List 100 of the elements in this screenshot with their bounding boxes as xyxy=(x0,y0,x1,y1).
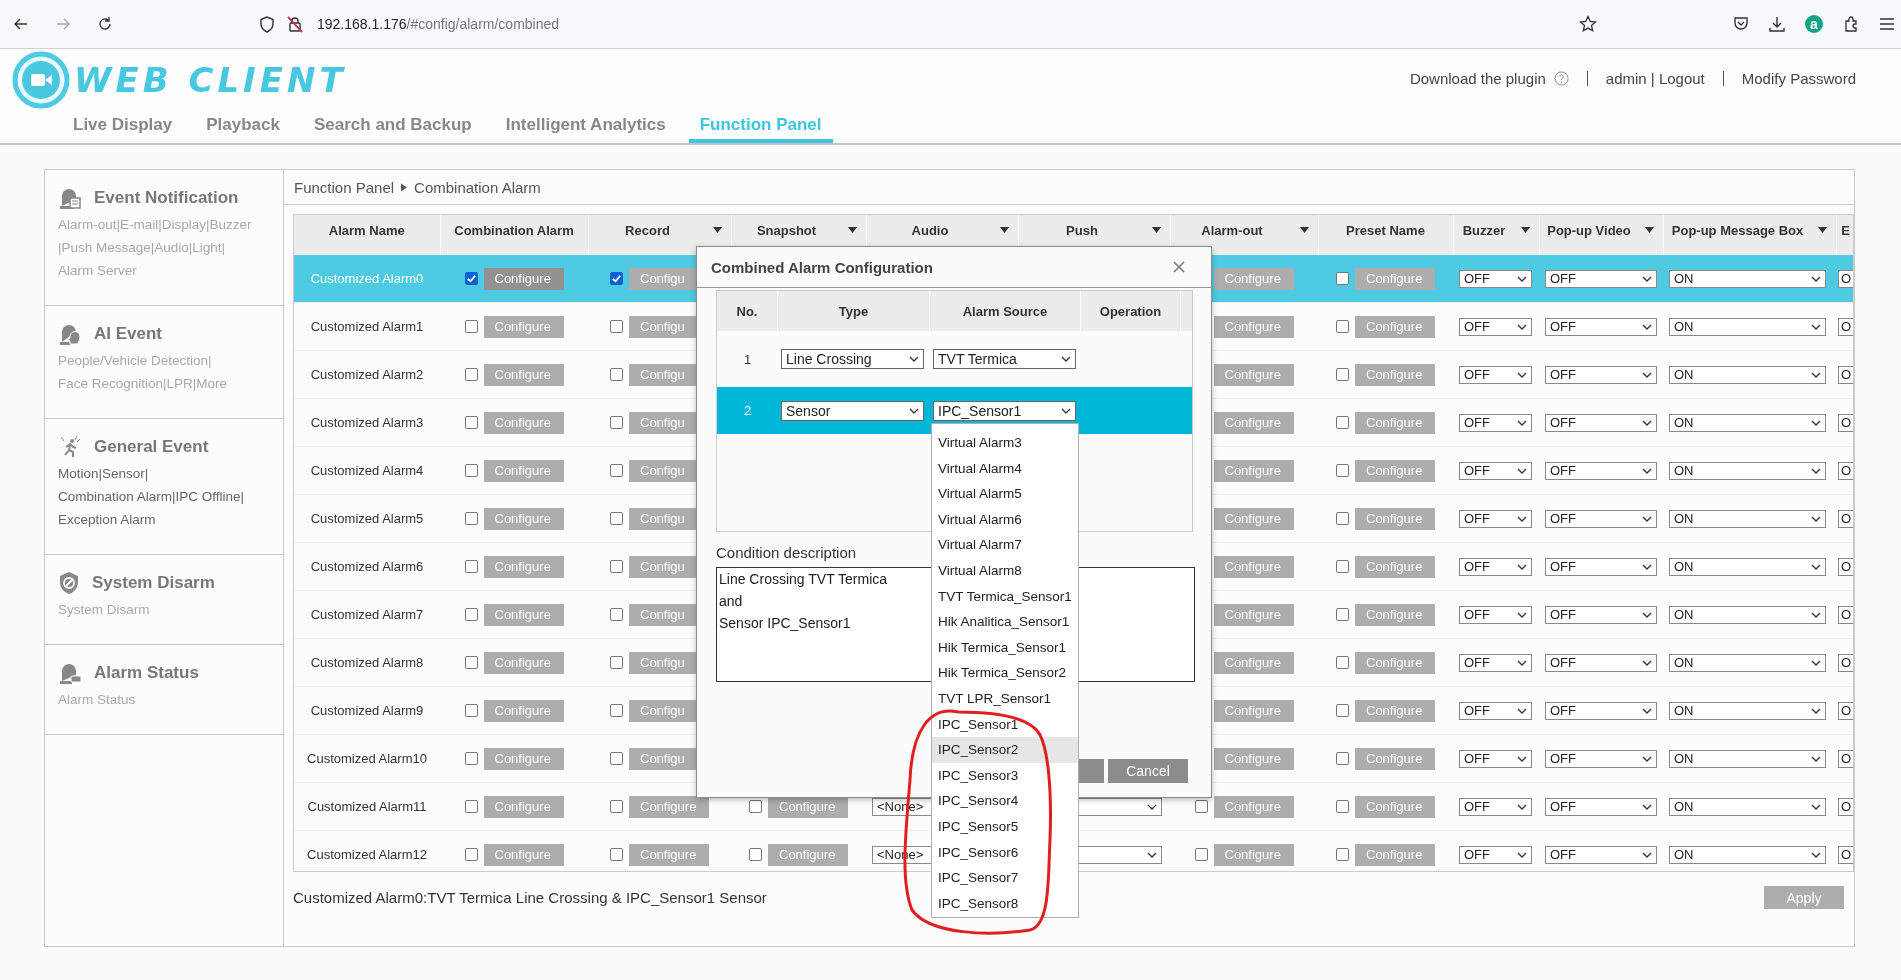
sidebar-item[interactable]: Alarm Status Alarm Status xyxy=(45,645,283,735)
video-select[interactable]: OFF xyxy=(1545,701,1657,720)
chevron-icon[interactable] xyxy=(1517,611,1527,618)
video-select[interactable]: OFF xyxy=(1545,413,1657,432)
lock-icon[interactable] xyxy=(287,15,303,33)
chevron-icon[interactable] xyxy=(1061,356,1071,362)
chevron-icon[interactable] xyxy=(1811,467,1821,474)
checkbox[interactable] xyxy=(610,416,623,429)
checkbox[interactable] xyxy=(464,752,478,765)
chevron-icon[interactable] xyxy=(1517,803,1527,810)
buzzer-select[interactable]: OFF xyxy=(1459,653,1532,672)
checkbox[interactable] xyxy=(464,704,478,717)
shield-icon[interactable] xyxy=(259,15,275,33)
checkbox[interactable] xyxy=(1336,320,1349,333)
dropdown-option[interactable]: TVT Termica_Sensor1 xyxy=(932,583,1078,610)
checkbox[interactable] xyxy=(610,368,623,381)
checkbox[interactable] xyxy=(1194,800,1208,813)
dropdown-arrow-icon[interactable] xyxy=(1151,227,1161,233)
sidebar-item[interactable]: Event Notification Alarm-out|E-mail|Display|Buzzer |Push Message|Audio|Light| Alarm Server xyxy=(45,170,283,306)
checkbox[interactable] xyxy=(1336,608,1349,621)
source-select[interactable]: TVT Termica xyxy=(933,349,1076,369)
chevron-icon[interactable] xyxy=(1061,407,1071,414)
checkbox[interactable] xyxy=(464,416,478,429)
checkbox[interactable] xyxy=(1336,704,1349,717)
checkbox[interactable] xyxy=(610,800,623,813)
dropdown-option[interactable]: Virtual Alarm6 xyxy=(932,506,1078,533)
dropdown-arrow-icon[interactable] xyxy=(847,227,857,233)
option-select[interactable]: O xyxy=(1838,269,1853,288)
video-select[interactable]: OFF xyxy=(1545,269,1657,288)
option-select[interactable]: O xyxy=(1838,797,1853,816)
buzzer-select[interactable]: OFF xyxy=(1459,269,1532,288)
video-select[interactable]: OFF xyxy=(1545,557,1657,576)
option-select[interactable]: O xyxy=(1838,365,1853,384)
video-select[interactable]: OFF xyxy=(1545,845,1657,864)
video-select[interactable]: OFF xyxy=(1545,461,1657,480)
message-select[interactable]: ON xyxy=(1669,797,1826,816)
checkbox[interactable] xyxy=(1336,560,1349,573)
buzzer-select[interactable]: OFF xyxy=(1459,461,1532,480)
help-icon[interactable] xyxy=(1553,70,1569,86)
chevron-icon[interactable] xyxy=(1517,467,1527,474)
dropdown-option[interactable]: Hik Termica_Sensor1 xyxy=(932,634,1078,661)
chevron-icon[interactable] xyxy=(1517,659,1527,666)
chevron-icon[interactable] xyxy=(1811,755,1821,762)
video-select[interactable]: OFF xyxy=(1545,365,1657,384)
source-select[interactable]: IPC_Sensor1 xyxy=(933,400,1076,421)
breadcrumb-link[interactable]: Function Panel xyxy=(294,178,395,196)
buzzer-select[interactable]: OFF xyxy=(1459,605,1532,624)
video-select[interactable]: OFF xyxy=(1545,653,1657,672)
sidebar-item[interactable]: General Event Motion|Sensor| Combination Alarm|IPC Offline| Exception Alarm xyxy=(45,419,283,555)
video-select[interactable]: OFF xyxy=(1545,749,1657,768)
chevron-icon[interactable] xyxy=(1642,275,1652,282)
checkbox[interactable] xyxy=(610,320,623,333)
checkbox[interactable] xyxy=(464,368,478,381)
message-select[interactable]: ON xyxy=(1669,605,1826,624)
video-select[interactable]: OFF xyxy=(1545,797,1657,816)
checkbox[interactable] xyxy=(464,320,478,333)
type-select[interactable]: Line Crossing xyxy=(781,349,924,369)
chevron-icon[interactable] xyxy=(1642,803,1652,810)
checkbox[interactable] xyxy=(610,608,623,621)
video-select[interactable]: OFF xyxy=(1545,605,1657,624)
chevron-icon[interactable] xyxy=(1811,323,1821,330)
chevron-icon[interactable] xyxy=(909,407,919,414)
chevron-icon[interactable] xyxy=(1642,515,1652,522)
puzzle-icon[interactable] xyxy=(1843,16,1859,32)
checkbox[interactable] xyxy=(1336,752,1349,765)
dropdown-option[interactable]: IPC_Sensor2 xyxy=(932,737,1078,763)
message-select[interactable]: ON xyxy=(1669,461,1826,480)
condition-row[interactable]: 2 Sensor IPC_Sensor1 xyxy=(717,387,1192,434)
chevron-icon[interactable] xyxy=(1642,563,1652,570)
chevron-icon[interactable] xyxy=(1811,419,1821,426)
option-select[interactable]: O xyxy=(1838,317,1853,336)
checkbox[interactable] xyxy=(610,464,623,477)
chevron-icon[interactable] xyxy=(1517,419,1527,426)
checkbox[interactable] xyxy=(1336,368,1349,381)
pocket-icon[interactable] xyxy=(1733,16,1749,32)
dropdown-option[interactable]: Virtual Alarm5 xyxy=(932,481,1078,507)
buzzer-select[interactable]: OFF xyxy=(1459,701,1532,720)
checkbox[interactable] xyxy=(464,800,478,813)
chevron-icon[interactable] xyxy=(1811,707,1821,714)
option-select[interactable]: O xyxy=(1838,653,1853,672)
chevron-icon[interactable] xyxy=(1811,611,1821,618)
checkbox[interactable] xyxy=(1336,512,1349,525)
buzzer-select[interactable]: OFF xyxy=(1459,749,1532,768)
chevron-icon[interactable] xyxy=(1517,515,1527,522)
message-select[interactable]: ON xyxy=(1669,749,1826,768)
message-select[interactable]: ON xyxy=(1669,317,1826,336)
checkbox[interactable] xyxy=(1336,464,1349,477)
chevron-icon[interactable] xyxy=(1642,659,1652,666)
chevron-icon[interactable] xyxy=(1811,851,1821,858)
dropdown-option[interactable]: Virtual Alarm4 xyxy=(932,455,1078,482)
dropdown-arrow-icon[interactable] xyxy=(1817,227,1827,233)
sidebar-item[interactable]: System Disarm System Disarm xyxy=(45,555,283,645)
dropdown-arrow-icon[interactable] xyxy=(712,227,722,233)
buzzer-select[interactable]: OFF xyxy=(1459,845,1532,864)
message-select[interactable]: ON xyxy=(1669,509,1826,528)
chevron-icon[interactable] xyxy=(1811,659,1821,666)
chevron-icon[interactable] xyxy=(1642,323,1652,330)
checkbox[interactable] xyxy=(1336,800,1349,813)
buzzer-select[interactable]: OFF xyxy=(1459,797,1532,816)
menu-icon[interactable] xyxy=(1879,17,1895,31)
